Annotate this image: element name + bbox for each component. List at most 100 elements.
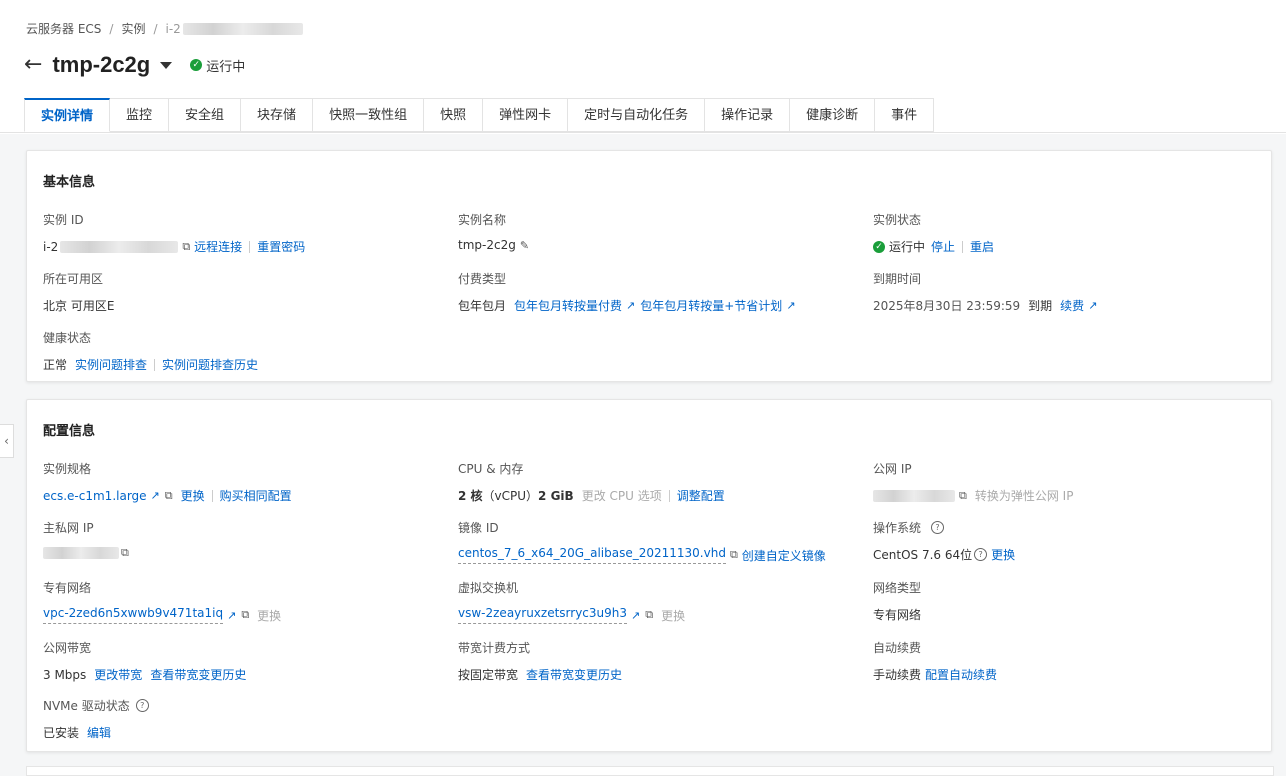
expire-field: 到期时间 2025年8月30日 23:59:59 到期 续费 ↗ (873, 270, 1102, 314)
divider (962, 240, 964, 253)
network-type-value: 专有网络 (873, 608, 922, 622)
help-icon[interactable]: ? (135, 699, 149, 712)
tab-operation-log[interactable]: 操作记录 (705, 98, 791, 132)
external-link-icon[interactable]: ↗ (1088, 299, 1097, 312)
buy-same-config-link[interactable]: 购买相同配置 (220, 487, 292, 504)
divider (249, 240, 251, 253)
redacted-ip (43, 547, 119, 559)
image-id-link[interactable]: centos_7_6_x64_20G_alibase_20211130.vhd (458, 546, 726, 564)
convert-payg-link[interactable]: 包年包月转按量付费 (514, 297, 622, 314)
change-cpu-options-link[interactable]: 更改 CPU 选项 (582, 487, 662, 504)
configure-auto-renew-link[interactable]: 配置自动续费 (925, 666, 997, 683)
bandwidth-label: 公网带宽 (43, 641, 92, 655)
breadcrumb: 云服务器 ECS / 实例 / i-2 (26, 20, 303, 37)
vpc-id-link[interactable]: vpc-2zed6n5xwwb9v471ta1iq (43, 606, 224, 624)
breadcrumb-current: i-2 (165, 21, 181, 36)
private-ip-label: 主私网 IP (43, 521, 94, 535)
instance-status-value: 运行中 (889, 240, 926, 254)
expire-value: 2025年8月30日 23:59:59 (873, 299, 1021, 313)
breadcrumb-ecs[interactable]: 云服务器 ECS (26, 20, 101, 37)
edit-nvme-link[interactable]: 编辑 (87, 724, 111, 741)
troubleshoot-link[interactable]: 实例问题排查 (75, 356, 147, 373)
change-vswitch-link[interactable]: 更换 (661, 607, 685, 624)
external-link-icon[interactable]: ↗ (786, 299, 795, 312)
memory-value: 2 GiB (538, 488, 574, 503)
config-info-heading: 配置信息 (43, 424, 96, 439)
external-link-icon[interactable]: ↗ (626, 299, 635, 312)
change-spec-link[interactable]: 更换 (181, 487, 205, 504)
tab-monitoring[interactable]: 监控 (110, 98, 170, 132)
change-vpc-link[interactable]: 更换 (257, 607, 281, 624)
image-label: 镜像 ID (458, 521, 499, 535)
collapse-panel-handle[interactable]: ‹ (0, 424, 14, 458)
adjust-config-link[interactable]: 调整配置 (677, 487, 725, 504)
instance-switch-dropdown-icon[interactable] (160, 61, 173, 69)
zone-field: 所在可用区 北京 可用区E (43, 270, 114, 314)
nvme-value: 已安装 (43, 726, 80, 740)
bandwidth-history-link[interactable]: 查看带宽变更历史 (526, 666, 622, 683)
remote-connect-link[interactable]: 远程连接 (194, 238, 242, 255)
breadcrumb-separator: / (109, 21, 114, 36)
change-os-link[interactable]: 更换 (991, 546, 1015, 563)
bandwidth-history-link[interactable]: 查看带宽变更历史 (150, 666, 246, 683)
external-link-icon[interactable]: ↗ (631, 609, 640, 622)
vswitch-id-link[interactable]: vsw-2zeayruxzetsrryc3u9h3 (458, 606, 628, 624)
edit-pencil-icon[interactable]: ✎ (520, 239, 529, 252)
instance-status-label: 实例状态 (873, 213, 922, 227)
restart-link[interactable]: 重启 (970, 238, 994, 255)
tab-bar: 实例详情 监控 安全组 块存储 快照一致性组 快照 弹性网卡 定时与自动化任务 … (24, 98, 935, 132)
copy-icon[interactable]: ⧉ (959, 489, 967, 503)
instance-name-field: 实例名称 tmp-2c2g ✎ (458, 211, 533, 252)
chevron-left-icon: ‹ (4, 434, 9, 448)
breadcrumb-instances[interactable]: 实例 (121, 20, 145, 37)
basic-info-card: 基本信息 实例 ID i-2 ⧉ 远程连接 重置密码 实例名称 tmp-2c2g… (26, 150, 1272, 382)
renew-link[interactable]: 续费 (1060, 297, 1084, 314)
copy-icon[interactable]: ⧉ (165, 489, 173, 503)
tab-instance-details[interactable]: 实例详情 (24, 98, 111, 132)
copy-icon[interactable]: ⧉ (241, 608, 249, 622)
back-arrow-icon[interactable]: ← (24, 54, 42, 76)
troubleshoot-history-link[interactable]: 实例问题排查历史 (162, 356, 258, 373)
cpu-memory-label: CPU & 内存 (458, 462, 524, 476)
copy-icon[interactable]: ⧉ (730, 548, 738, 562)
status-text: 运行中 (206, 59, 246, 75)
convert-eip-link[interactable]: 转换为弹性公网 IP (975, 487, 1074, 504)
cpu-memory-field: CPU & 内存 2 核 （vCPU） 2 GiB 更改 CPU 选项 调整配置 (458, 460, 725, 504)
copy-icon[interactable]: ⧉ (121, 546, 129, 560)
breadcrumb-separator: / (153, 21, 158, 36)
create-custom-image-link[interactable]: 创建自定义镜像 (742, 547, 826, 564)
spec-value-link[interactable]: ecs.e-c1m1.large (43, 489, 147, 503)
expire-suffix: 到期 (1028, 299, 1053, 313)
tab-block-storage[interactable]: 块存储 (241, 98, 314, 132)
tab-security-group[interactable]: 安全组 (169, 98, 242, 132)
tab-snapshot-consistency-group[interactable]: 快照一致性组 (313, 98, 425, 132)
tab-events[interactable]: 事件 (875, 98, 935, 132)
tab-snapshot[interactable]: 快照 (424, 98, 484, 132)
reset-password-link[interactable]: 重置密码 (257, 238, 305, 255)
tab-eni[interactable]: 弹性网卡 (483, 98, 569, 132)
tab-scheduled-tasks[interactable]: 定时与自动化任务 (568, 98, 706, 132)
stop-link[interactable]: 停止 (931, 238, 955, 255)
bandwidth-value: 3 Mbps (43, 667, 87, 682)
external-link-icon[interactable]: ↗ (227, 609, 236, 622)
spec-field: 实例规格 ecs.e-c1m1.large ↗ ⧉ 更换 购买相同配置 (43, 460, 292, 504)
change-bandwidth-link[interactable]: 更改带宽 (94, 666, 142, 683)
redacted-ip (873, 489, 955, 502)
tab-health-diagnosis[interactable]: 健康诊断 (790, 98, 876, 132)
header-area: 云服务器 ECS / 实例 / i-2 ← tmp-2c2g ✓ 运行中 实例详… (0, 0, 1286, 134)
nvme-label-row: NVMe 驱动状态 ? (43, 697, 149, 714)
zone-label: 所在可用区 (43, 272, 104, 286)
tab-divider (0, 132, 1286, 133)
divider (668, 489, 670, 502)
instance-name-value: tmp-2c2g (458, 238, 516, 252)
copy-icon[interactable]: ⧉ (645, 608, 653, 622)
bandwidth-billing-field: 带宽计费方式 按固定带宽 查看带宽变更历史 (458, 639, 622, 683)
copy-icon[interactable]: ⧉ (182, 240, 190, 254)
convert-savings-plan-link[interactable]: 包年包月转按量+节省计划 (640, 297, 782, 314)
external-link-icon[interactable]: ↗ (151, 489, 160, 502)
help-icon[interactable]: ? (931, 521, 945, 534)
instance-id-field: 实例 ID i-2 ⧉ 远程连接 重置密码 (43, 211, 305, 255)
nvme-field: NVMe 驱动状态 ? 已安装 编辑 (43, 697, 149, 741)
help-icon[interactable]: ? (974, 548, 988, 561)
divider (154, 358, 156, 371)
